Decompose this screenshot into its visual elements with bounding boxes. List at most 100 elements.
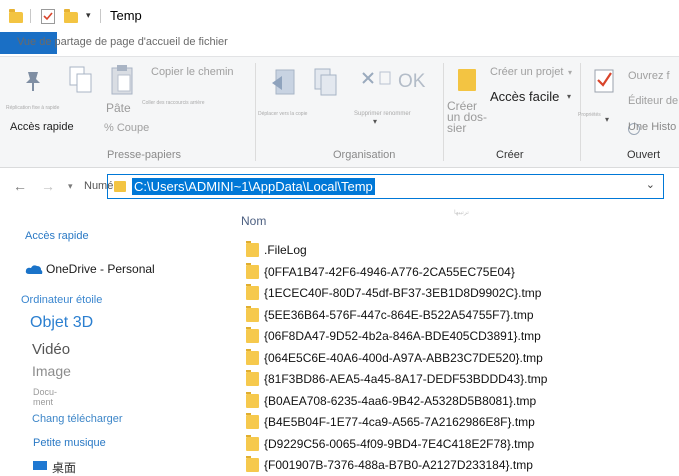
- new-item-button[interactable]: Créer un projet: [490, 66, 563, 78]
- nav-pictures[interactable]: Image: [32, 363, 71, 379]
- group-label-new: Créer: [496, 149, 524, 161]
- properties-tiny-label: Propriétés: [578, 112, 601, 118]
- chevron-down-icon[interactable]: ▾: [568, 68, 572, 77]
- nav-documents[interactable]: Docu- ment: [33, 387, 57, 407]
- folder-icon: [246, 327, 259, 343]
- folder-icon: [246, 241, 259, 257]
- recent-locations-icon[interactable]: ▾: [68, 181, 73, 192]
- folder-icon: [246, 370, 259, 386]
- file-row[interactable]: {0FFA1B47-42F6-4946-A776-2CA55EC75E04}: [244, 262, 674, 283]
- file-row[interactable]: {1ECEC40F-80D7-45df-BF37-3EB1D8D9902C}.t…: [244, 283, 674, 304]
- copy-path-button[interactable]: Copier le chemin: [151, 66, 234, 78]
- column-header-name[interactable]: Nom: [241, 214, 266, 228]
- file-row[interactable]: {B0AEA708-6235-4aa6-9B42-A5328D5B8081}.t…: [244, 391, 674, 412]
- folder-icon: [246, 348, 259, 365]
- address-bar[interactable]: Numéro C:\Users\ADMINI~1\AppData\Local\T…: [84, 174, 664, 199]
- chevron-down-icon[interactable]: ▾: [373, 117, 377, 126]
- file-row[interactable]: {B4E5B04F-1E77-4ca9-A565-7A2162986E8F}.t…: [244, 412, 674, 433]
- pin-icon[interactable]: [22, 69, 44, 93]
- easy-access-button[interactable]: Accès facile: [490, 89, 559, 104]
- paste-shortcut-button[interactable]: Coller des raccourcis arrière: [142, 100, 205, 106]
- address-path-input[interactable]: C:\Users\ADMINI~1\AppData\Local\Temp: [132, 178, 375, 195]
- file-row[interactable]: {06F8DA47-9D52-4b2a-846A-BDE405CD3891}.t…: [244, 326, 674, 347]
- delete-icon[interactable]: [360, 70, 376, 86]
- move-copy-tiny-label: Déplacer vers la copie: [258, 111, 308, 117]
- folder-icon: [246, 262, 259, 279]
- group-label-organize: Organisation: [333, 149, 396, 161]
- file-name: {B4E5B04F-1E77-4ca9-A565-7A2162986E8F}.t…: [264, 415, 535, 429]
- ribbon: Réplication fixe à rapide Accès rapide P…: [0, 56, 679, 168]
- file-name: {B0AEA708-6235-4aa6-9B42-A5328D5B8081}.t…: [264, 393, 537, 408]
- folder-icon: [246, 305, 259, 322]
- nav-onedrive[interactable]: OneDrive - Personal: [46, 262, 155, 276]
- nav-this-pc[interactable]: Ordinateur étoile: [21, 294, 102, 306]
- chevron-down-icon[interactable]: ▾: [567, 92, 571, 101]
- file-name: {06F8DA47-9D52-4b2a-846A-BDE405CD3891}.t…: [264, 329, 541, 343]
- new-folder-icon[interactable]: [64, 9, 78, 23]
- window-title: Temp: [110, 8, 142, 23]
- chevron-down-icon[interactable]: ⌄: [646, 178, 655, 191]
- navigation-bar: ← → ▾ Numéro C:\Users\ADMINI~1\AppData\L…: [0, 170, 679, 204]
- qat-separator: [100, 9, 101, 23]
- file-name: {064E5C6E-40A6-400d-A97A-ABB23C7DE520}.t…: [264, 350, 543, 365]
- navigation-pane: Accès rapide OneDrive - Personal Ordinat…: [0, 206, 236, 475]
- file-list: ترتيبها Nom .FileLog {0FFA1B47-42F6-4946-…: [236, 206, 679, 472]
- back-arrow-icon[interactable]: ←: [13, 178, 27, 194]
- pin-to-quick-access-button[interactable]: Accès rapide: [10, 121, 74, 133]
- customize-dropdown-icon[interactable]: ▾: [86, 10, 91, 21]
- forward-arrow-icon[interactable]: →: [41, 178, 55, 194]
- delete-rename-label[interactable]: Supprimer renommer: [354, 111, 411, 117]
- chevron-down-icon[interactable]: ▾: [605, 115, 609, 124]
- copy-icon[interactable]: [68, 65, 94, 97]
- title-bar: ▾ Temp: [0, 0, 679, 32]
- nav-3d-objects[interactable]: Objet 3D: [30, 314, 93, 332]
- nav-downloads[interactable]: Chang télécharger: [32, 413, 123, 425]
- folder-icon: [246, 456, 259, 472]
- folder-icon: [246, 284, 259, 300]
- edit-button[interactable]: Éditeur de: [628, 95, 678, 107]
- pin-tiny-label: Réplication fixe à rapide: [6, 105, 60, 111]
- file-row[interactable]: .FileLog: [244, 240, 674, 261]
- new-folder-label-line3: sier: [447, 121, 467, 135]
- folder-icon: [114, 181, 126, 192]
- file-row[interactable]: {5EE36B64-576F-447c-864E-B522A54755F7}.t…: [244, 305, 674, 326]
- ribbon-separator: [255, 63, 256, 161]
- cut-button[interactable]: % Coupe: [104, 122, 149, 134]
- paste-button[interactable]: Pâte: [106, 101, 131, 115]
- file-row[interactable]: {81F3BD86-AEA5-4a45-8A17-DEDF53BDDD43}.t…: [244, 369, 674, 390]
- file-name: {D9229C56-0065-4f09-9BD4-7E4C418E2F78}.t…: [264, 436, 535, 451]
- nav-music[interactable]: Petite musique: [33, 437, 106, 449]
- file-row[interactable]: {F001907B-7376-488a-B7B0-A2127D233184}.t…: [244, 455, 674, 476]
- folder-icon: [9, 9, 23, 23]
- file-name: .FileLog: [264, 243, 307, 257]
- nav-quick-access[interactable]: Accès rapide: [25, 230, 89, 242]
- open-menu-button[interactable]: Ouvrez f: [628, 70, 670, 82]
- history-button[interactable]: Une Histo: [628, 121, 676, 133]
- new-folder-button[interactable]: Créer un dos- sier: [447, 100, 487, 135]
- copy-to-icon[interactable]: [312, 67, 340, 99]
- file-name: {5EE36B64-576F-447c-864E-B522A54755F7}.t…: [264, 307, 534, 322]
- file-row[interactable]: {D9229C56-0065-4f09-9BD4-7E4C418E2F78}.t…: [244, 434, 674, 455]
- move-to-icon[interactable]: [270, 67, 298, 99]
- file-row[interactable]: {064E5C6E-40A6-400d-A97A-ABB23C7DE520}.t…: [244, 348, 674, 369]
- rename-icon[interactable]: [378, 70, 392, 86]
- folder-icon: [246, 434, 259, 451]
- column-header-ghost: ترتيبها: [454, 210, 469, 216]
- onedrive-icon: [25, 265, 43, 274]
- folder-icon: [246, 413, 259, 429]
- ribbon-tabs-text[interactable]: Vue de partage de page d'accueil de fich…: [17, 36, 228, 48]
- paste-icon[interactable]: [110, 63, 136, 97]
- file-name: {1ECEC40F-80D7-45df-BF37-3EB1D8D9902C}.t…: [264, 286, 542, 300]
- ribbon-tabs: Vue de partage de page d'accueil de fich…: [0, 32, 679, 54]
- file-name: {0FFA1B47-42F6-4946-A776-2CA55EC75E04}: [264, 264, 515, 279]
- file-name: {F001907B-7376-488a-B7B0-A2127D233184}.t…: [264, 458, 533, 472]
- group-label-clipboard: Presse-papiers: [107, 149, 181, 161]
- new-folder-icon[interactable]: [458, 69, 476, 91]
- ribbon-separator: [443, 63, 444, 161]
- folder-icon: [246, 391, 259, 408]
- ok-button[interactable]: OK: [398, 71, 425, 93]
- nav-videos[interactable]: Vidéo: [32, 341, 70, 358]
- properties-check-icon[interactable]: [41, 9, 55, 24]
- desktop-icon: [33, 461, 47, 470]
- properties-icon[interactable]: [593, 67, 617, 95]
